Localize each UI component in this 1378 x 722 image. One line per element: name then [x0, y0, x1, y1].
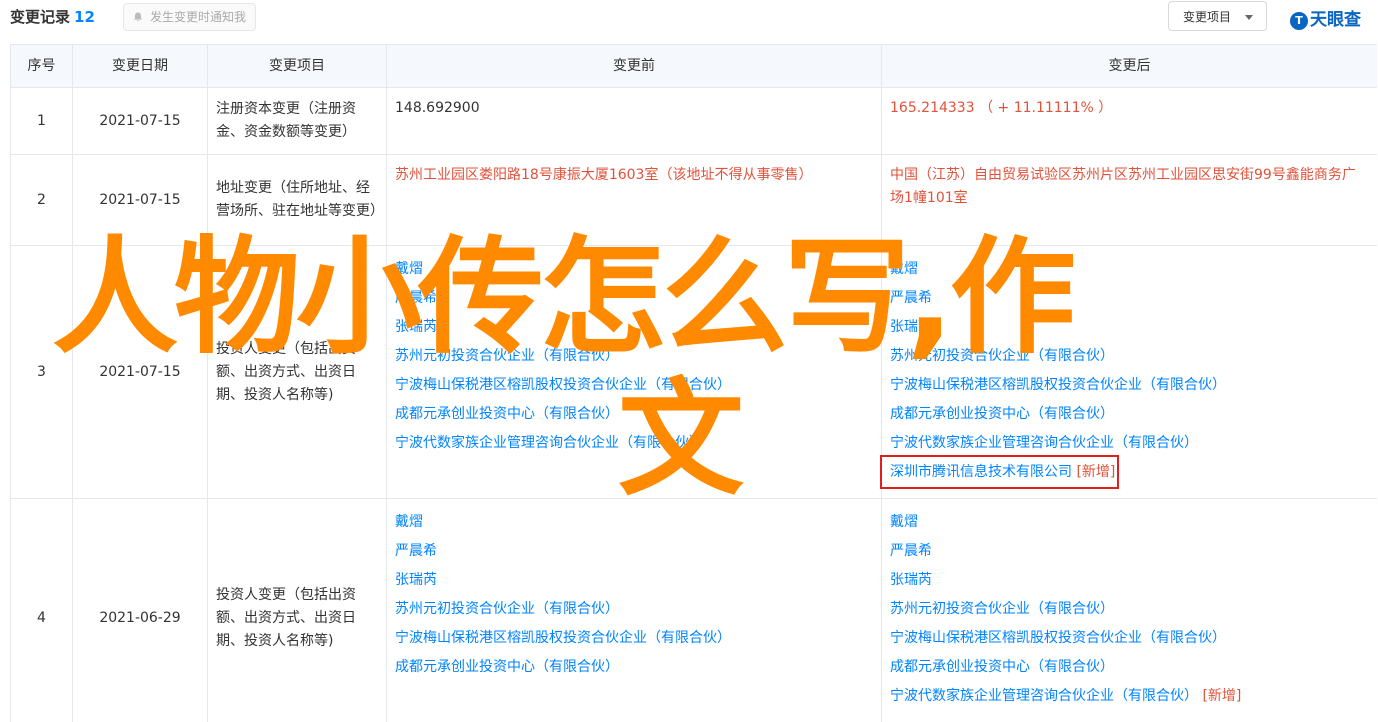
logo-icon: T: [1290, 12, 1308, 30]
change-count: 12: [74, 8, 95, 26]
table-header-row: 序号 变更日期 变更项目 变更前 变更后: [10, 44, 1377, 88]
chevron-down-icon: [1245, 15, 1253, 20]
toolbar: 变更记录 12 发生变更时通知我 变更项目 T 天眼查: [0, 0, 1378, 36]
row-before-list: 戴熠 严晨希 张瑞芮 苏州元初投资合伙企业（有限合伙） 宁波梅山保税港区榕凯股权…: [386, 498, 882, 722]
row-item: 注册资本变更（注册资金、资金数额等变更）: [207, 87, 387, 155]
table-row: 2 2021-07-15 地址变更（住所地址、经营场所、驻在地址等变更） 苏州工…: [10, 154, 1377, 246]
investor-link[interactable]: 严晨希: [890, 537, 1369, 566]
row-after: 中国（江苏）自由贸易试验区苏州片区苏州工业园区思安街99号鑫能商务广场1幢101…: [881, 154, 1377, 246]
col-header-before: 变更前: [386, 44, 882, 88]
investor-link[interactable]: 苏州元初投资合伙企业（有限合伙）: [890, 342, 1369, 371]
watermark-overlay-line2: 文: [618, 366, 744, 513]
investor-link[interactable]: 戴熠: [395, 255, 873, 284]
investor-link[interactable]: 宁波代数家族企业管理咨询合伙企业（有限合伙）: [890, 429, 1369, 458]
investor-link[interactable]: 苏州元初投资合伙企业（有限合伙）: [395, 595, 873, 624]
row-date: 2021-07-15: [72, 87, 208, 155]
investor-link[interactable]: 张瑞芮: [395, 313, 873, 342]
section-title: 变更记录 12: [10, 6, 95, 27]
row-item: 投资人变更（包括出资额、出资方式、出资日期、投资人名称等): [207, 498, 387, 722]
highlight-box: 深圳市腾讯信息技术有限公司 [新增]: [879, 455, 1120, 489]
investor-link[interactable]: 严晨希: [395, 284, 873, 313]
investor-link[interactable]: 严晨希: [890, 284, 1369, 313]
table-row: 4 2021-06-29 投资人变更（包括出资额、出资方式、出资日期、投资人名称…: [10, 498, 1377, 722]
row-no: 1: [10, 87, 73, 155]
investor-link[interactable]: 戴熠: [890, 508, 1369, 537]
investor-link[interactable]: 张瑞芮: [890, 313, 1369, 342]
investor-link[interactable]: 张瑞芮: [395, 566, 873, 595]
investor-link[interactable]: 成都元承创业投资中心（有限合伙）: [890, 400, 1369, 429]
col-header-item: 变更项目: [207, 44, 387, 88]
row-before: 148.692900: [386, 87, 882, 155]
investor-link[interactable]: 张瑞芮: [890, 566, 1369, 595]
col-header-after: 变更后: [881, 44, 1377, 88]
row-after-list: 戴熠 严晨希 张瑞芮 苏州元初投资合伙企业（有限合伙） 宁波梅山保税港区榕凯股权…: [881, 498, 1377, 722]
section-title-label: 变更记录: [10, 8, 71, 26]
row-no: 4: [10, 498, 73, 722]
new-tag: [新增]: [1076, 464, 1116, 480]
row-date: 2021-07-15: [72, 245, 208, 499]
row-before: 苏州工业园区娄阳路18号康振大厦1603室（该地址不得从事零售）: [386, 154, 882, 246]
investor-link[interactable]: 成都元承创业投资中心（有限合伙）: [890, 653, 1369, 682]
brand-logo: T 天眼查: [1290, 5, 1361, 30]
bell-icon: [134, 12, 142, 22]
col-header-date: 变更日期: [72, 44, 208, 88]
investor-link[interactable]: 深圳市腾讯信息技术有限公司: [890, 464, 1072, 480]
investor-link-new: 深圳市腾讯信息技术有限公司 [新增]: [879, 455, 1369, 489]
row-no: 3: [10, 245, 73, 499]
investor-link[interactable]: 宁波代数家族企业管理咨询合伙企业（有限合伙）: [890, 688, 1198, 704]
notify-label: 发生变更时通知我: [150, 10, 247, 24]
investor-link[interactable]: 成都元承创业投资中心（有限合伙）: [395, 653, 873, 682]
filter-label: 变更项目: [1183, 10, 1232, 24]
investor-link[interactable]: 苏州元初投资合伙企业（有限合伙）: [890, 595, 1369, 624]
investor-link[interactable]: 严晨希: [395, 537, 873, 566]
investor-link[interactable]: 宁波梅山保税港区榕凯股权投资合伙企业（有限合伙）: [890, 624, 1369, 653]
notify-button[interactable]: 发生变更时通知我: [123, 3, 257, 31]
change-item-filter[interactable]: 变更项目: [1168, 1, 1267, 31]
investor-link[interactable]: 宁波梅山保税港区榕凯股权投资合伙企业（有限合伙）: [890, 371, 1369, 400]
investor-link-new: 宁波代数家族企业管理咨询合伙企业（有限合伙） [新增]: [890, 682, 1369, 711]
row-date: 2021-06-29: [72, 498, 208, 722]
col-header-no: 序号: [10, 44, 73, 88]
new-tag: [新增]: [1202, 688, 1242, 704]
row-date: 2021-07-15: [72, 154, 208, 246]
row-after: 165.214333 （ + 11.11111% ）: [881, 87, 1377, 155]
investor-link[interactable]: 戴熠: [890, 255, 1369, 284]
row-item: 地址变更（住所地址、经营场所、驻在地址等变更）: [207, 154, 387, 246]
row-no: 2: [10, 154, 73, 246]
logo-text: 天眼查: [1310, 10, 1361, 30]
investor-link[interactable]: 宁波梅山保税港区榕凯股权投资合伙企业（有限合伙）: [395, 624, 873, 653]
table-row: 1 2021-07-15 注册资本变更（注册资金、资金数额等变更） 148.69…: [10, 87, 1377, 155]
row-after-list: 戴熠 严晨希 张瑞芮 苏州元初投资合伙企业（有限合伙） 宁波梅山保税港区榕凯股权…: [879, 245, 1377, 499]
row-item: 投资人变更（包括出资额、出资方式、出资日期、投资人名称等): [207, 245, 387, 499]
